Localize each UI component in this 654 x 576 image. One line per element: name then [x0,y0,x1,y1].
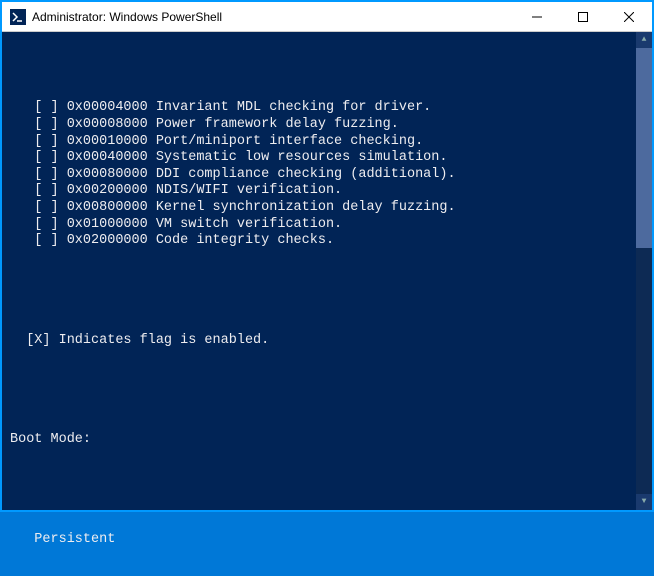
flag-line: [ ] 0x01000000 VM switch verification. [2,217,652,234]
terminal[interactable]: [ ] 0x00004000 Invariant MDL checking fo… [2,32,652,510]
titlebar: Administrator: Windows PowerShell [2,2,652,32]
blank-line [2,283,652,300]
flag-line: [ ] 0x00010000 Port/miniport interface c… [2,134,652,151]
bootmode-label: Boot Mode: [2,432,652,449]
blank-line [2,482,652,499]
flag-line: [ ] 0x00004000 Invariant MDL checking fo… [2,100,652,117]
flag-line: [ ] 0x00800000 Kernel synchronization de… [2,200,652,217]
flag-line: [ ] 0x00080000 DDI compliance checking (… [2,167,652,184]
flag-line: [ ] 0x00200000 NDIS/WIFI verification. [2,183,652,200]
bootmode-value: Persistent [2,532,652,543]
flag-line: [ ] 0x02000000 Code integrity checks. [2,233,652,250]
minimize-button[interactable] [514,2,560,31]
window-controls [514,2,652,31]
terminal-content: [ ] 0x00004000 Invariant MDL checking fo… [2,65,652,543]
scroll-down-arrow[interactable]: ▼ [636,494,652,510]
flag-line: [ ] 0x00040000 Systematic low resources … [2,150,652,167]
legend-line: [X] Indicates flag is enabled. [2,333,652,350]
blank-line [2,382,652,399]
scrollbar[interactable]: ▲ ▼ [636,32,652,510]
maximize-button[interactable] [560,2,606,31]
window-title: Administrator: Windows PowerShell [32,10,514,24]
close-button[interactable] [606,2,652,31]
scrollbar-thumb[interactable] [636,48,652,248]
scroll-up-arrow[interactable]: ▲ [636,32,652,48]
powershell-icon [10,9,26,25]
flag-line: [ ] 0x00008000 Power framework delay fuz… [2,117,652,134]
